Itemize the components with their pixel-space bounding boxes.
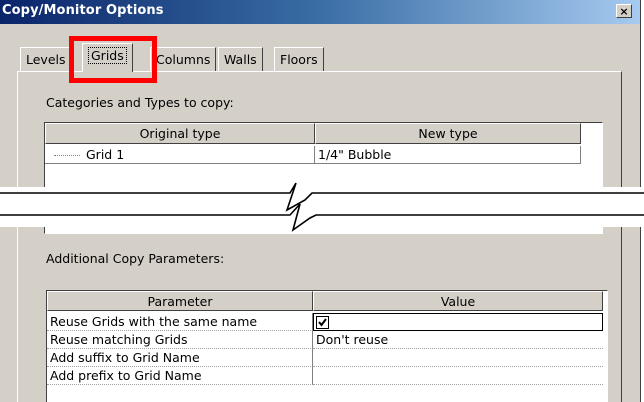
value-add-prefix[interactable] — [313, 367, 603, 385]
check-icon — [318, 318, 327, 327]
additional-params-grid: Parameter Value Reuse Grids with the sam… — [46, 290, 608, 402]
column-header-original-type[interactable]: Original type — [45, 123, 315, 144]
close-button[interactable]: × — [616, 4, 632, 18]
title-bar[interactable]: Copy/Monitor Options × — [0, 0, 640, 24]
tab-walls[interactable]: Walls — [218, 47, 263, 71]
tab-walls-label: Walls — [224, 52, 257, 67]
additional-params-label: Additional Copy Parameters: — [46, 251, 225, 266]
param-add-prefix: Add prefix to Grid Name — [47, 367, 313, 385]
tab-levels[interactable]: Levels — [20, 47, 72, 71]
grids-tab-highlight — [69, 36, 157, 83]
column-header-new-type[interactable]: New type — [315, 123, 581, 144]
column-header-value[interactable]: Value — [313, 291, 603, 311]
tab-columns-label: Columns — [156, 52, 211, 67]
value-add-suffix[interactable] — [313, 349, 603, 367]
reuse-same-name-checkbox[interactable] — [316, 316, 329, 329]
categories-label: Categories and Types to copy: — [46, 95, 234, 110]
tab-levels-label: Levels — [26, 52, 66, 67]
tab-floors[interactable]: Floors — [274, 47, 324, 71]
new-type-cell[interactable]: 1/4" Bubble — [315, 146, 581, 164]
param-reuse-matching: Reuse matching Grids — [47, 331, 313, 349]
break-line-icon — [0, 182, 644, 232]
close-icon: × — [619, 4, 629, 18]
param-add-suffix: Add suffix to Grid Name — [47, 349, 313, 367]
table-row-original[interactable]: Grid 1 — [45, 146, 315, 164]
param-reuse-same-name: Reuse Grids with the same name — [47, 313, 313, 331]
original-type-cell: Grid 1 — [86, 147, 125, 162]
tab-floors-label: Floors — [280, 52, 318, 67]
column-header-parameter[interactable]: Parameter — [47, 291, 313, 311]
value-reuse-same-name-cell[interactable] — [313, 313, 603, 331]
tree-connector — [54, 155, 80, 156]
dialog-title: Copy/Monitor Options — [2, 3, 164, 18]
tab-columns[interactable]: Columns — [150, 47, 217, 71]
value-reuse-matching[interactable]: Don't reuse — [313, 331, 603, 349]
